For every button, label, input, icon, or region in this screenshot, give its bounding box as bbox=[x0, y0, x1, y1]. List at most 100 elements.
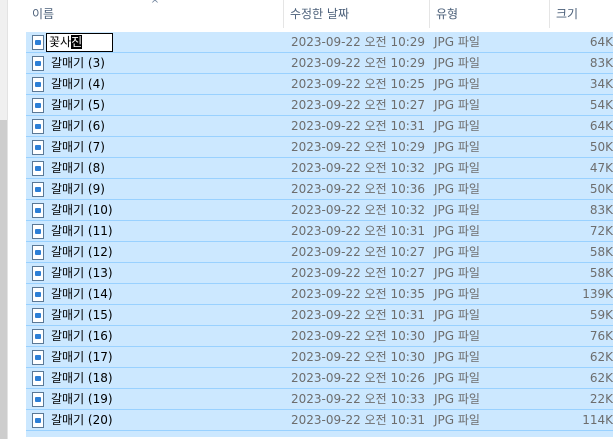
file-name: 갈매기 (11) bbox=[51, 224, 113, 238]
jpg-file-icon bbox=[32, 56, 44, 71]
file-name: 갈매기 (13) bbox=[51, 266, 113, 280]
file-type: JPG 파일 bbox=[434, 56, 480, 70]
jpg-file-icon bbox=[32, 35, 44, 50]
file-date-modified: 2023-09-22 오전 10:30 bbox=[291, 329, 426, 343]
file-type: JPG 파일 bbox=[434, 329, 480, 343]
file-size: 50K bbox=[589, 182, 613, 196]
file-date-modified: 2023-09-22 오전 10:29 bbox=[291, 140, 426, 154]
file-size: 58K bbox=[589, 245, 613, 259]
file-date-modified: 2023-09-22 오전 10:31 bbox=[291, 413, 426, 427]
column-header-date-modified[interactable]: 수정한 날짜 bbox=[284, 0, 430, 28]
file-row[interactable]: 갈매기 (17) 2023-09-22 오전 10:30 JPG 파일 62K bbox=[26, 347, 613, 368]
file-size: 50K bbox=[589, 140, 613, 154]
jpg-file-icon bbox=[32, 224, 44, 239]
file-row[interactable]: 갈매기 (12) 2023-09-22 오전 10:27 JPG 파일 58K bbox=[26, 242, 613, 263]
file-name: 갈매기 (6) bbox=[51, 119, 105, 133]
file-type: JPG 파일 bbox=[434, 119, 480, 133]
jpg-file-icon bbox=[32, 392, 44, 407]
jpg-file-icon bbox=[32, 245, 44, 260]
file-size: 47K bbox=[589, 161, 613, 175]
file-date-modified: 2023-09-22 오전 10:29 bbox=[291, 56, 426, 70]
file-row[interactable]: 갈매기 (20) 2023-09-22 오전 10:31 JPG 파일 114K bbox=[26, 410, 613, 431]
file-type: JPG 파일 bbox=[434, 392, 480, 406]
file-row[interactable]: 갈매기 (3) 2023-09-22 오전 10:29 JPG 파일 83K bbox=[26, 53, 613, 74]
file-row[interactable]: 갈매기 (7) 2023-09-22 오전 10:29 JPG 파일 50K bbox=[26, 137, 613, 158]
file-type: JPG 파일 bbox=[434, 35, 480, 49]
column-header-name[interactable]: 이름 bbox=[26, 0, 284, 28]
file-size: 72K bbox=[589, 224, 613, 238]
file-name: 갈매기 (20) bbox=[51, 413, 113, 427]
file-row[interactable]: 갈매기 (15) 2023-09-22 오전 10:31 JPG 파일 59K bbox=[26, 305, 613, 326]
file-name: 갈매기 (10) bbox=[51, 203, 113, 217]
jpg-file-icon bbox=[32, 413, 44, 428]
file-date-modified: 2023-09-22 오전 10:32 bbox=[291, 161, 426, 175]
file-row[interactable]: 갈매기 (19) 2023-09-22 오전 10:33 JPG 파일 22K bbox=[26, 389, 613, 410]
file-name: 갈매기 (14) bbox=[51, 287, 113, 301]
file-name: 갈매기 (12) bbox=[51, 245, 113, 259]
file-date-modified: 2023-09-22 오전 10:27 bbox=[291, 245, 426, 259]
file-size: 59K bbox=[589, 308, 613, 322]
file-row[interactable]: 갈매기 (16) 2023-09-22 오전 10:30 JPG 파일 76K bbox=[26, 326, 613, 347]
file-name: 갈매기 (9) bbox=[51, 182, 105, 196]
file-row[interactable]: 갈매기 (5) 2023-09-22 오전 10:27 JPG 파일 54K bbox=[26, 95, 613, 116]
file-date-modified: 2023-09-22 오전 10:29 bbox=[291, 35, 426, 49]
file-name: 갈매기 (7) bbox=[51, 140, 105, 154]
jpg-file-icon bbox=[32, 77, 44, 92]
file-date-modified: 2023-09-22 오전 10:26 bbox=[291, 371, 426, 385]
file-row[interactable]: 갈매기 (9) 2023-09-22 오전 10:36 JPG 파일 50K bbox=[26, 179, 613, 200]
file-name: 갈매기 (15) bbox=[51, 308, 113, 322]
file-date-modified: 2023-09-22 오전 10:31 bbox=[291, 119, 426, 133]
file-type: JPG 파일 bbox=[434, 413, 480, 427]
file-row[interactable]: 갈매기 (4) 2023-09-22 오전 10:25 JPG 파일 34K bbox=[26, 74, 613, 95]
file-size: 83K bbox=[589, 56, 613, 70]
file-size: 83K bbox=[589, 203, 613, 217]
file-type: JPG 파일 bbox=[434, 98, 480, 112]
file-type: JPG 파일 bbox=[434, 308, 480, 322]
column-header-type[interactable]: 유형 bbox=[430, 0, 550, 28]
file-row[interactable]: 갈매기 (8) 2023-09-22 오전 10:32 JPG 파일 47K bbox=[26, 158, 613, 179]
file-date-modified: 2023-09-22 오전 10:25 bbox=[291, 77, 426, 91]
column-header-bar: ^ 이름 수정한 날짜 유형 크기 bbox=[8, 0, 613, 28]
file-row[interactable]: 꽃사진 2023-09-22 오전 10:29 JPG 파일 64K bbox=[26, 32, 613, 53]
column-header-size[interactable]: 크기 bbox=[550, 0, 613, 28]
file-date-modified: 2023-09-22 오전 10:27 bbox=[291, 98, 426, 112]
jpg-file-icon bbox=[32, 119, 44, 134]
file-type: JPG 파일 bbox=[434, 224, 480, 238]
file-size: 62K bbox=[589, 371, 613, 385]
file-row[interactable]: 갈매기 (6) 2023-09-22 오전 10:31 JPG 파일 64K bbox=[26, 116, 613, 137]
file-name: 갈매기 (19) bbox=[51, 392, 113, 406]
file-row[interactable]: 갈매기 (18) 2023-09-22 오전 10:26 JPG 파일 62K bbox=[26, 368, 613, 389]
file-date-modified: 2023-09-22 오전 10:32 bbox=[291, 203, 426, 217]
scrollbar-thumb[interactable] bbox=[0, 120, 7, 439]
file-row[interactable]: 갈매기 (14) 2023-09-22 오전 10:35 JPG 파일 139K bbox=[26, 284, 613, 305]
file-row-partial[interactable] bbox=[26, 431, 613, 437]
file-type: JPG 파일 bbox=[434, 182, 480, 196]
file-type: JPG 파일 bbox=[434, 77, 480, 91]
file-type: JPG 파일 bbox=[434, 287, 480, 301]
file-size: 22K bbox=[589, 392, 613, 406]
jpg-file-icon bbox=[32, 371, 44, 386]
file-type: JPG 파일 bbox=[434, 371, 480, 385]
file-type: JPG 파일 bbox=[434, 203, 480, 217]
file-date-modified: 2023-09-22 오전 10:36 bbox=[291, 182, 426, 196]
file-name: 갈매기 (18) bbox=[51, 371, 113, 385]
file-date-modified: 2023-09-22 오전 10:33 bbox=[291, 392, 426, 406]
file-name: 갈매기 (17) bbox=[51, 350, 113, 364]
file-type: JPG 파일 bbox=[434, 350, 480, 364]
nav-pane-scrollbar[interactable] bbox=[0, 0, 8, 439]
jpg-file-icon bbox=[32, 140, 44, 155]
file-size: 64K bbox=[589, 35, 613, 49]
file-name: 갈매기 (16) bbox=[51, 329, 113, 343]
jpg-file-icon bbox=[32, 308, 44, 323]
file-row[interactable]: 갈매기 (13) 2023-09-22 오전 10:27 JPG 파일 58K bbox=[26, 263, 613, 284]
file-row[interactable]: 갈매기 (10) 2023-09-22 오전 10:32 JPG 파일 83K bbox=[26, 200, 613, 221]
rename-input[interactable]: 꽃사진 bbox=[46, 33, 113, 52]
file-date-modified: 2023-09-22 오전 10:27 bbox=[291, 266, 426, 280]
jpg-file-icon bbox=[32, 203, 44, 218]
file-type: JPG 파일 bbox=[434, 266, 480, 280]
file-size: 58K bbox=[589, 266, 613, 280]
file-date-modified: 2023-09-22 오전 10:31 bbox=[291, 224, 426, 238]
jpg-file-icon bbox=[32, 161, 44, 176]
file-row[interactable]: 갈매기 (11) 2023-09-22 오전 10:31 JPG 파일 72K bbox=[26, 221, 613, 242]
file-name: 갈매기 (3) bbox=[51, 56, 105, 70]
